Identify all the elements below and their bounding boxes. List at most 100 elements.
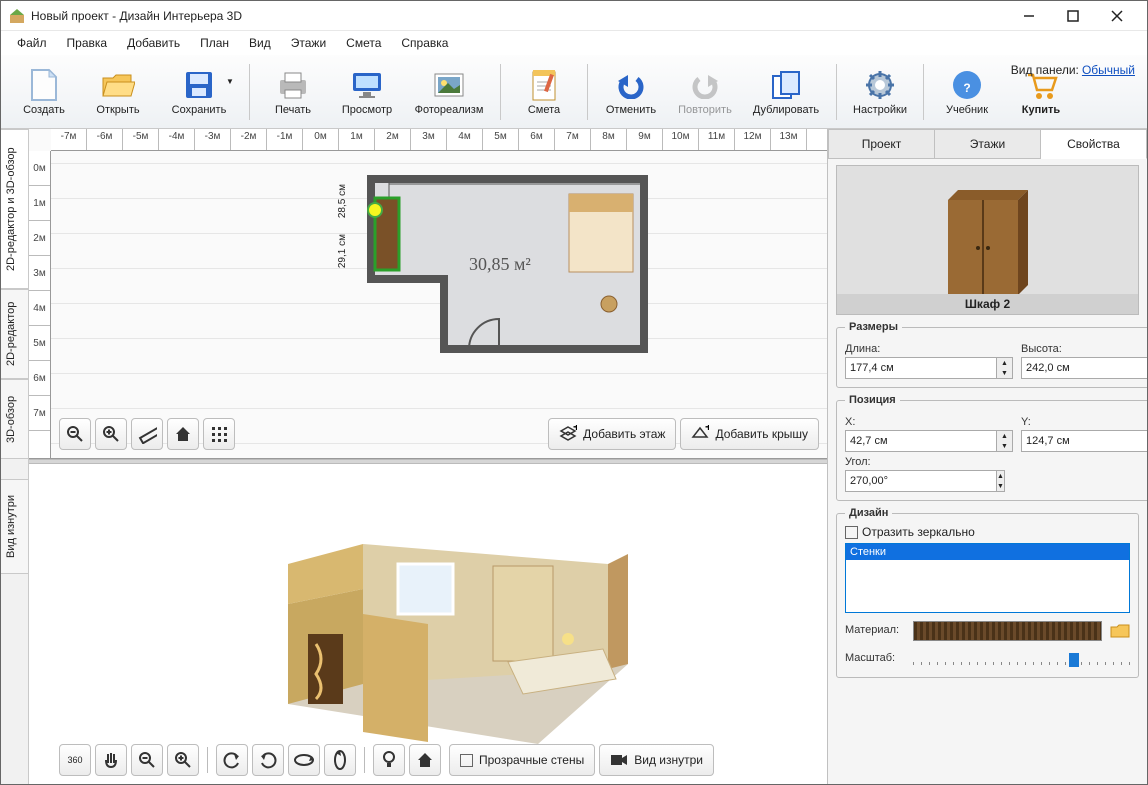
maximize-button[interactable] — [1051, 2, 1095, 30]
undo-icon — [614, 68, 648, 102]
dim-1: 28,5 см — [337, 184, 348, 218]
redo-button[interactable]: Повторить — [668, 60, 742, 124]
zoom-out-button[interactable] — [59, 418, 91, 450]
rotate-360-button[interactable]: 360 — [59, 744, 91, 776]
material-texture[interactable] — [913, 621, 1102, 641]
room-outline[interactable]: 30,85 м² 28,5 см 29,1 см — [329, 174, 659, 369]
duplicate-button[interactable]: Дублировать — [742, 60, 830, 124]
new-button[interactable]: Создать — [7, 60, 81, 124]
tab-properties[interactable]: Свойства — [1041, 129, 1147, 159]
model-3d — [208, 494, 648, 754]
close-button[interactable] — [1095, 2, 1139, 30]
save-icon — [182, 68, 216, 102]
scale-slider[interactable] — [913, 649, 1130, 669]
estimate-button[interactable]: Смета — [507, 60, 581, 124]
menu-edit[interactable]: Правка — [59, 34, 116, 52]
snap-button[interactable] — [203, 418, 235, 450]
layers-icon: + — [559, 425, 577, 443]
minimize-button[interactable] — [1007, 2, 1051, 30]
tab-2d-3d[interactable]: 2D-редактор и 3D-обзор — [1, 129, 28, 289]
rotate-right-button[interactable] — [252, 744, 284, 776]
panel-mode-label: Вид панели: Обычный — [1011, 63, 1135, 77]
wardrobe-icon — [933, 180, 1043, 300]
tilt-button[interactable] — [324, 744, 356, 776]
settings-button[interactable]: Настройки — [843, 60, 917, 124]
design-group: Дизайн Отразить зеркально Стенки Материа… — [836, 507, 1139, 678]
menu-estimate[interactable]: Смета — [338, 34, 389, 52]
object-preview: Шкаф 2 — [836, 165, 1139, 315]
svg-text:?: ? — [963, 81, 970, 95]
help-button[interactable]: ?Учебник — [930, 60, 1004, 124]
view-3d-area[interactable]: 360 Прозрачные стены Вид изнутри — [29, 464, 827, 784]
menu-help[interactable]: Справка — [393, 34, 456, 52]
angle-input[interactable]: ▲▼ — [845, 470, 941, 492]
notepad-icon — [527, 68, 561, 102]
menu-view[interactable]: Вид — [241, 34, 279, 52]
svg-text:+: + — [705, 425, 709, 434]
dim-2: 29,1 см — [337, 234, 348, 268]
parts-listbox[interactable]: Стенки — [845, 543, 1130, 613]
home-3d-button[interactable] — [409, 744, 441, 776]
menu-add[interactable]: Добавить — [119, 34, 188, 52]
help-icon: ? — [950, 68, 984, 102]
ruler-vertical: 0м1м2м3м4м5м6м7м — [29, 151, 51, 458]
file-icon — [27, 68, 61, 102]
zoom-in-3d-button[interactable] — [167, 744, 199, 776]
duplicate-icon — [769, 68, 803, 102]
light-button[interactable] — [373, 744, 405, 776]
home-button[interactable] — [167, 418, 199, 450]
height-input[interactable]: ▲▼ — [1021, 357, 1147, 379]
menu-file[interactable]: Файл — [9, 34, 55, 52]
menubar: Файл Правка Добавить План Вид Этажи Смет… — [1, 31, 1147, 55]
menu-plan[interactable]: План — [192, 34, 237, 52]
toolbar: Создать Открыть Сохранить▼ Печать Просмо… — [1, 55, 1147, 129]
measure-button[interactable] — [131, 418, 163, 450]
length-input[interactable]: ▲▼ — [845, 357, 1013, 379]
roof-icon: + — [691, 425, 709, 443]
checkbox-icon — [845, 526, 858, 539]
dropdown-icon[interactable]: ▼ — [226, 77, 234, 86]
monitor-icon — [350, 68, 384, 102]
x-input[interactable]: ▲▼ — [845, 430, 1013, 452]
plan-2d-area[interactable]: -7м-6м-5м-4м-3м-2м-1м0м1м2м3м4м5м6м7м8м9… — [29, 129, 827, 459]
panel-mode-link[interactable]: Обычный — [1082, 63, 1135, 77]
gear-icon — [863, 68, 897, 102]
add-floor-button[interactable]: +Добавить этаж — [548, 418, 676, 450]
redo-icon — [688, 68, 722, 102]
save-button[interactable]: Сохранить▼ — [155, 60, 243, 124]
view-tabs: 2D-редактор и 3D-обзор 2D-редактор 3D-об… — [1, 129, 29, 784]
printer-icon — [276, 68, 310, 102]
zoom-out-3d-button[interactable] — [131, 744, 163, 776]
camera-icon — [610, 753, 628, 767]
preview-button[interactable]: Просмотр — [330, 60, 404, 124]
tab-2d[interactable]: 2D-редактор — [1, 289, 28, 379]
titlebar: Новый проект - Дизайн Интерьера 3D — [1, 1, 1147, 31]
svg-text:+: + — [573, 425, 577, 434]
tab-project[interactable]: Проект — [828, 129, 935, 159]
transparent-walls-toggle[interactable]: Прозрачные стены — [449, 744, 595, 776]
y-input[interactable]: ▲▼ — [1021, 430, 1147, 452]
pan-button[interactable] — [95, 744, 127, 776]
rotate-left-button[interactable] — [216, 744, 248, 776]
checkbox-icon — [460, 754, 473, 767]
object-name: Шкаф 2 — [837, 294, 1138, 314]
zoom-in-button[interactable] — [95, 418, 127, 450]
tab-3d[interactable]: 3D-обзор — [1, 379, 28, 459]
mirror-checkbox[interactable]: Отразить зеркально — [845, 525, 1130, 539]
menu-floors[interactable]: Этажи — [283, 34, 334, 52]
room-area: 30,85 м² — [469, 254, 531, 275]
inside-view-button[interactable]: Вид изнутри — [599, 744, 714, 776]
orbit-button[interactable] — [288, 744, 320, 776]
add-roof-button[interactable]: +Добавить крышу — [680, 418, 819, 450]
window-title: Новый проект - Дизайн Интерьера 3D — [31, 9, 1007, 23]
open-button[interactable]: Открыть — [81, 60, 155, 124]
folder-icon[interactable] — [1110, 623, 1130, 639]
list-item[interactable]: Стенки — [846, 544, 1129, 560]
app-icon — [9, 8, 25, 24]
undo-button[interactable]: Отменить — [594, 60, 668, 124]
print-button[interactable]: Печать — [256, 60, 330, 124]
photorealism-button[interactable]: Фотореализм — [404, 60, 494, 124]
tab-floors[interactable]: Этажи — [935, 129, 1041, 159]
position-group: Позиция X:▲▼ Y:▲▼ Высота над полом:▲▼ Уг… — [836, 394, 1147, 501]
tab-inside[interactable]: Вид изнутри — [1, 479, 28, 574]
